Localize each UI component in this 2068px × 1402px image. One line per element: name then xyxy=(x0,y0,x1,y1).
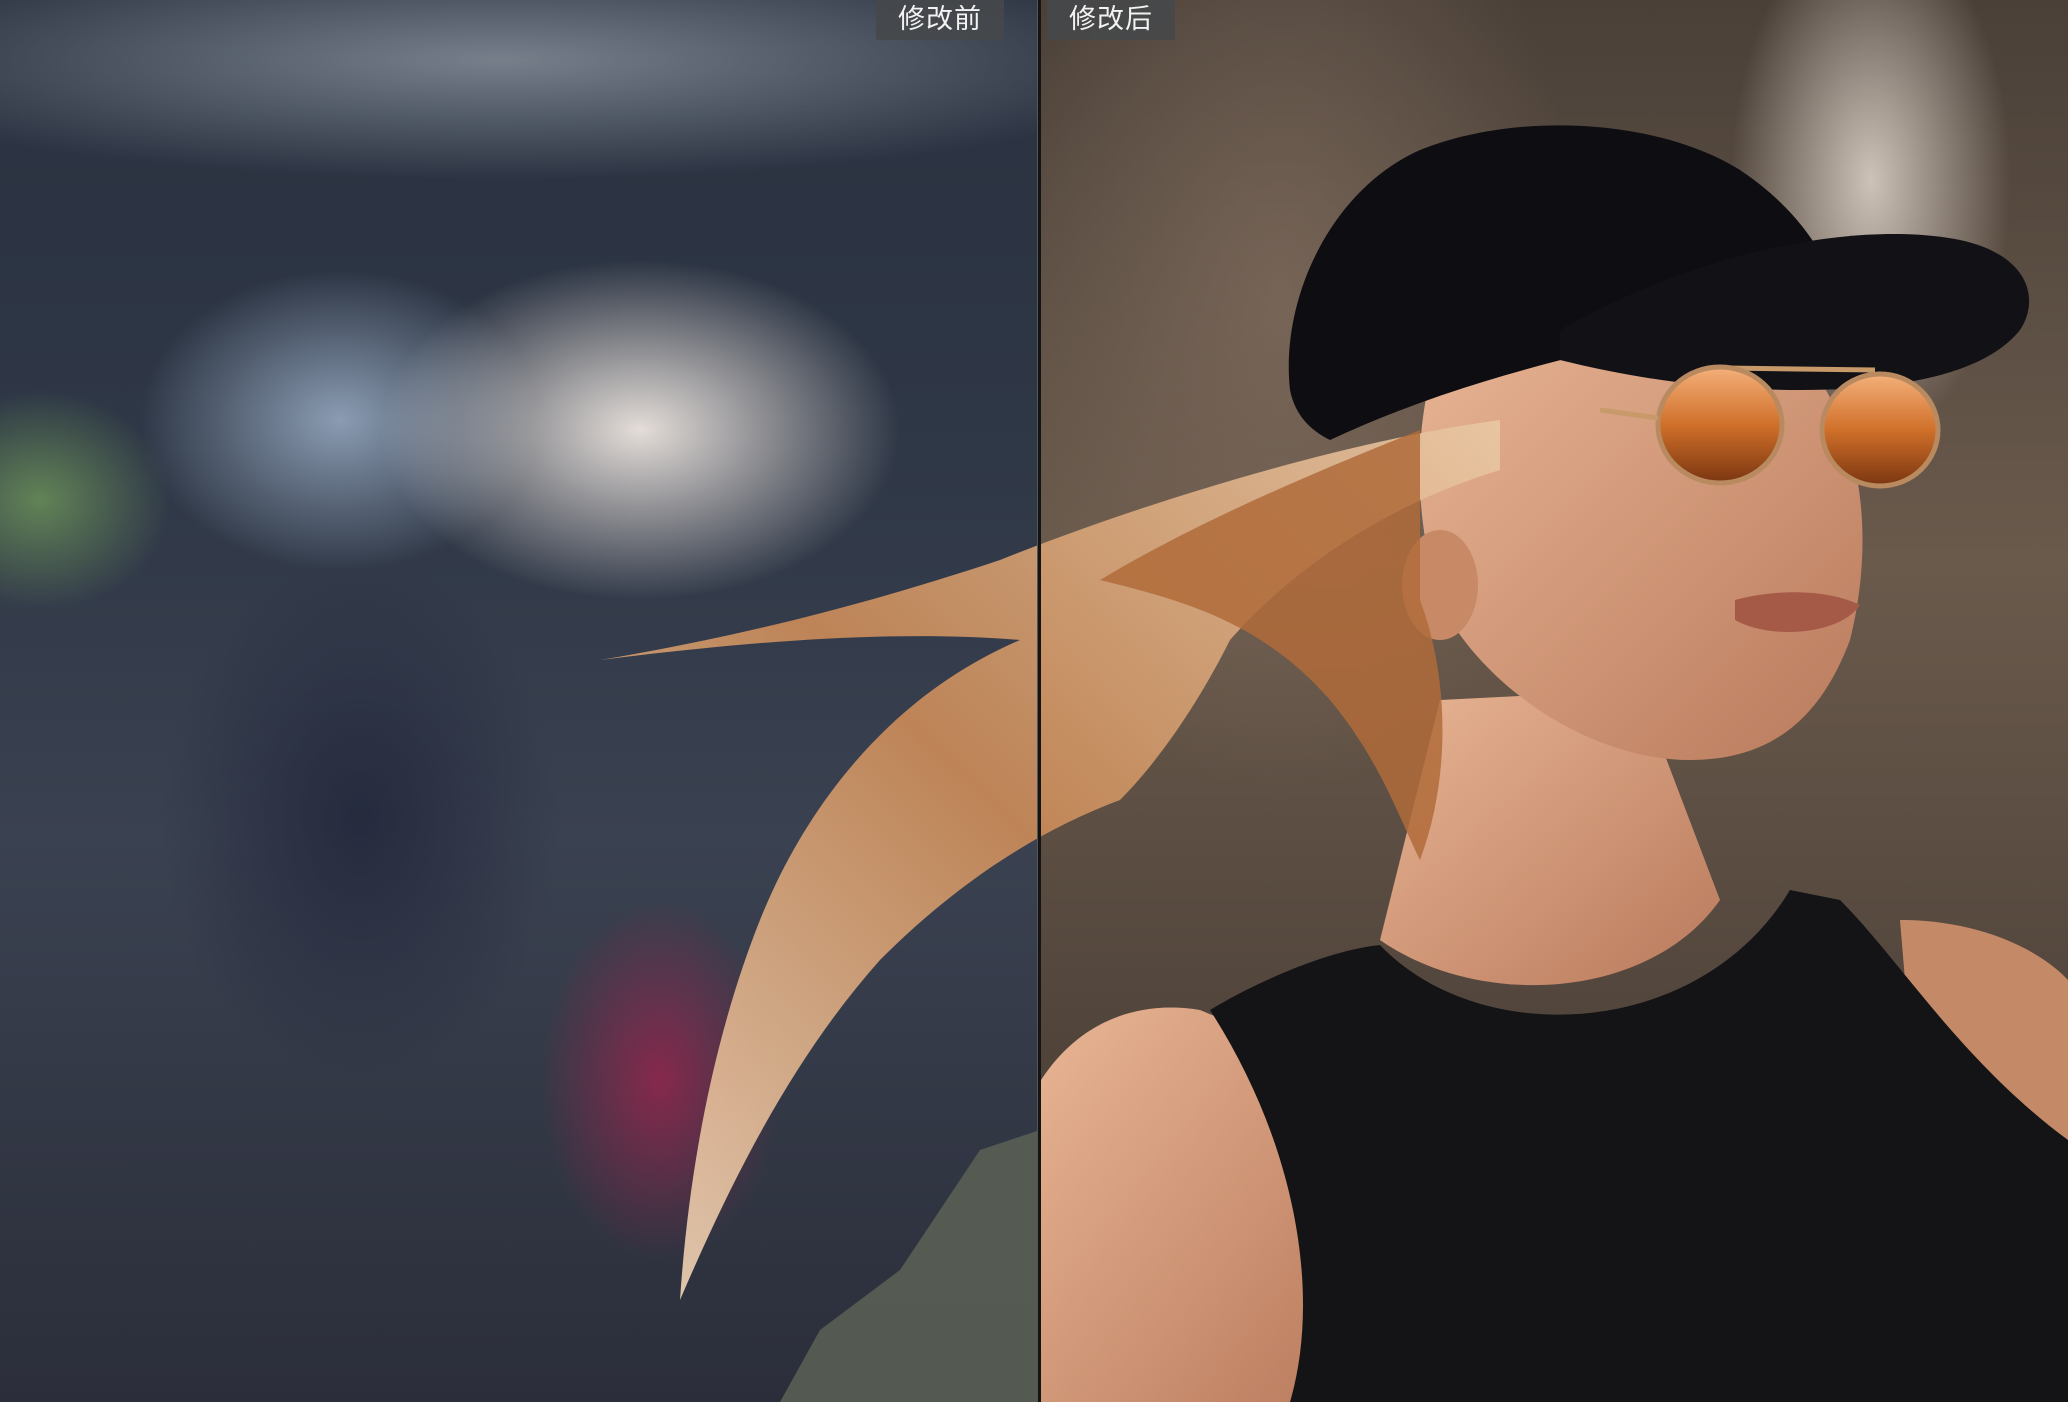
comparison-divider-handle[interactable] xyxy=(1037,0,1041,1402)
left-lens-shape xyxy=(1655,364,1785,486)
jacket-shape xyxy=(780,1130,1040,1402)
before-label: 修改前 xyxy=(876,0,1004,40)
before-after-comparison-view: 修改前 修改后 xyxy=(0,0,2068,1402)
right-lens-shape xyxy=(1819,371,1941,489)
after-label: 修改后 xyxy=(1047,0,1175,40)
glasses-bridge-shape xyxy=(1724,365,1876,373)
portrait-subject-image xyxy=(600,125,2068,1402)
